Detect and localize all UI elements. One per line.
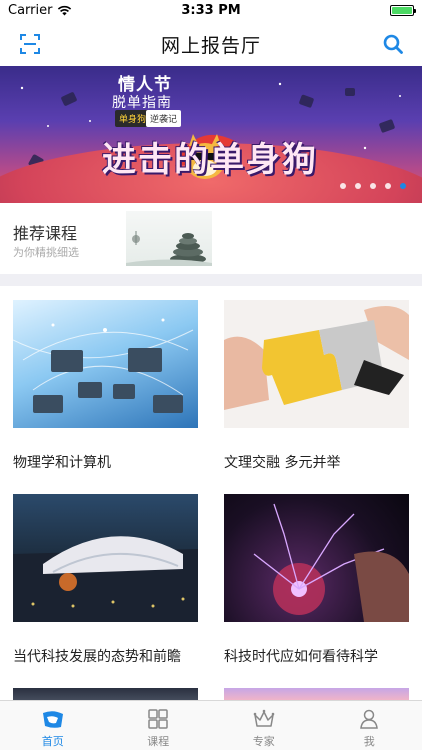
battery-icon [390, 5, 416, 16]
tab-experts[interactable]: 专家 [211, 701, 317, 750]
tab-label: 首页 [41, 735, 64, 748]
course-card[interactable]: 文理交融 多元并举 [224, 300, 409, 472]
course-card[interactable]: 科技时代应如何看待科学 [224, 494, 409, 666]
page-dot[interactable] [340, 183, 346, 189]
tab-label: 专家 [252, 735, 275, 748]
promo-banner[interactable]: 情人节 脱单指南 单身狗 逆袭记 进击的单身狗 [0, 66, 422, 203]
tab-label: 我 [363, 735, 375, 748]
recommend-subtitle: 为你精挑细选 [13, 246, 79, 259]
page-title: 网上报告厅 [160, 34, 261, 57]
person-icon [360, 709, 379, 729]
recommend-section[interactable]: 推荐课程 为你精挑细选 [0, 203, 422, 274]
grid-icon [148, 709, 168, 729]
tab-home[interactable]: 首页 [0, 701, 106, 750]
course-image [224, 494, 409, 622]
nav-bar: 网上报告厅 [0, 22, 422, 66]
zen-stones-image [126, 231, 212, 266]
banner-page-indicator [340, 183, 406, 189]
course-image [13, 300, 198, 428]
course-image [224, 300, 409, 428]
course-title: 科技时代应如何看待科学 [224, 649, 378, 665]
page-dot[interactable] [355, 183, 361, 189]
recommend-thumbnail[interactable] [126, 211, 212, 266]
status-bar: Carrier 3:33 PM [0, 0, 422, 22]
banner-subheading: 脱单指南 [112, 95, 172, 111]
course-card[interactable]: 当代科技发展的态势和前瞻 [13, 494, 198, 666]
banner-headline: 进击的单身狗 [102, 140, 318, 180]
recommend-title: 推荐课程 [13, 224, 78, 243]
scan-icon[interactable] [20, 34, 40, 54]
course-title: 当代科技发展的态势和前瞻 [13, 649, 181, 665]
banner-tag: 单身狗 [115, 110, 151, 127]
course-image [13, 494, 198, 622]
page-dot-active[interactable] [400, 183, 406, 189]
home-icon [42, 711, 63, 728]
status-time: 3:33 PM [181, 3, 241, 18]
tab-bar: 首页 课程 专家 我 [0, 700, 422, 750]
course-image-partial [224, 688, 409, 700]
course-title: 物理学和计算机 [13, 455, 111, 471]
page-dot[interactable] [370, 183, 376, 189]
course-card[interactable]: 物理学和计算机 [13, 300, 198, 472]
tab-label: 课程 [147, 735, 170, 748]
tab-courses[interactable]: 课程 [106, 701, 212, 750]
crown-icon [253, 709, 275, 727]
section-divider [0, 274, 422, 286]
course-title: 文理交融 多元并举 [224, 455, 341, 471]
battery-group [390, 5, 416, 16]
banner-tag: 逆袭记 [146, 110, 182, 127]
tab-me[interactable]: 我 [317, 701, 422, 750]
search-icon[interactable] [382, 33, 404, 55]
battery-fill [392, 7, 412, 14]
page-dot[interactable] [385, 183, 391, 189]
course-image-partial [13, 688, 198, 700]
